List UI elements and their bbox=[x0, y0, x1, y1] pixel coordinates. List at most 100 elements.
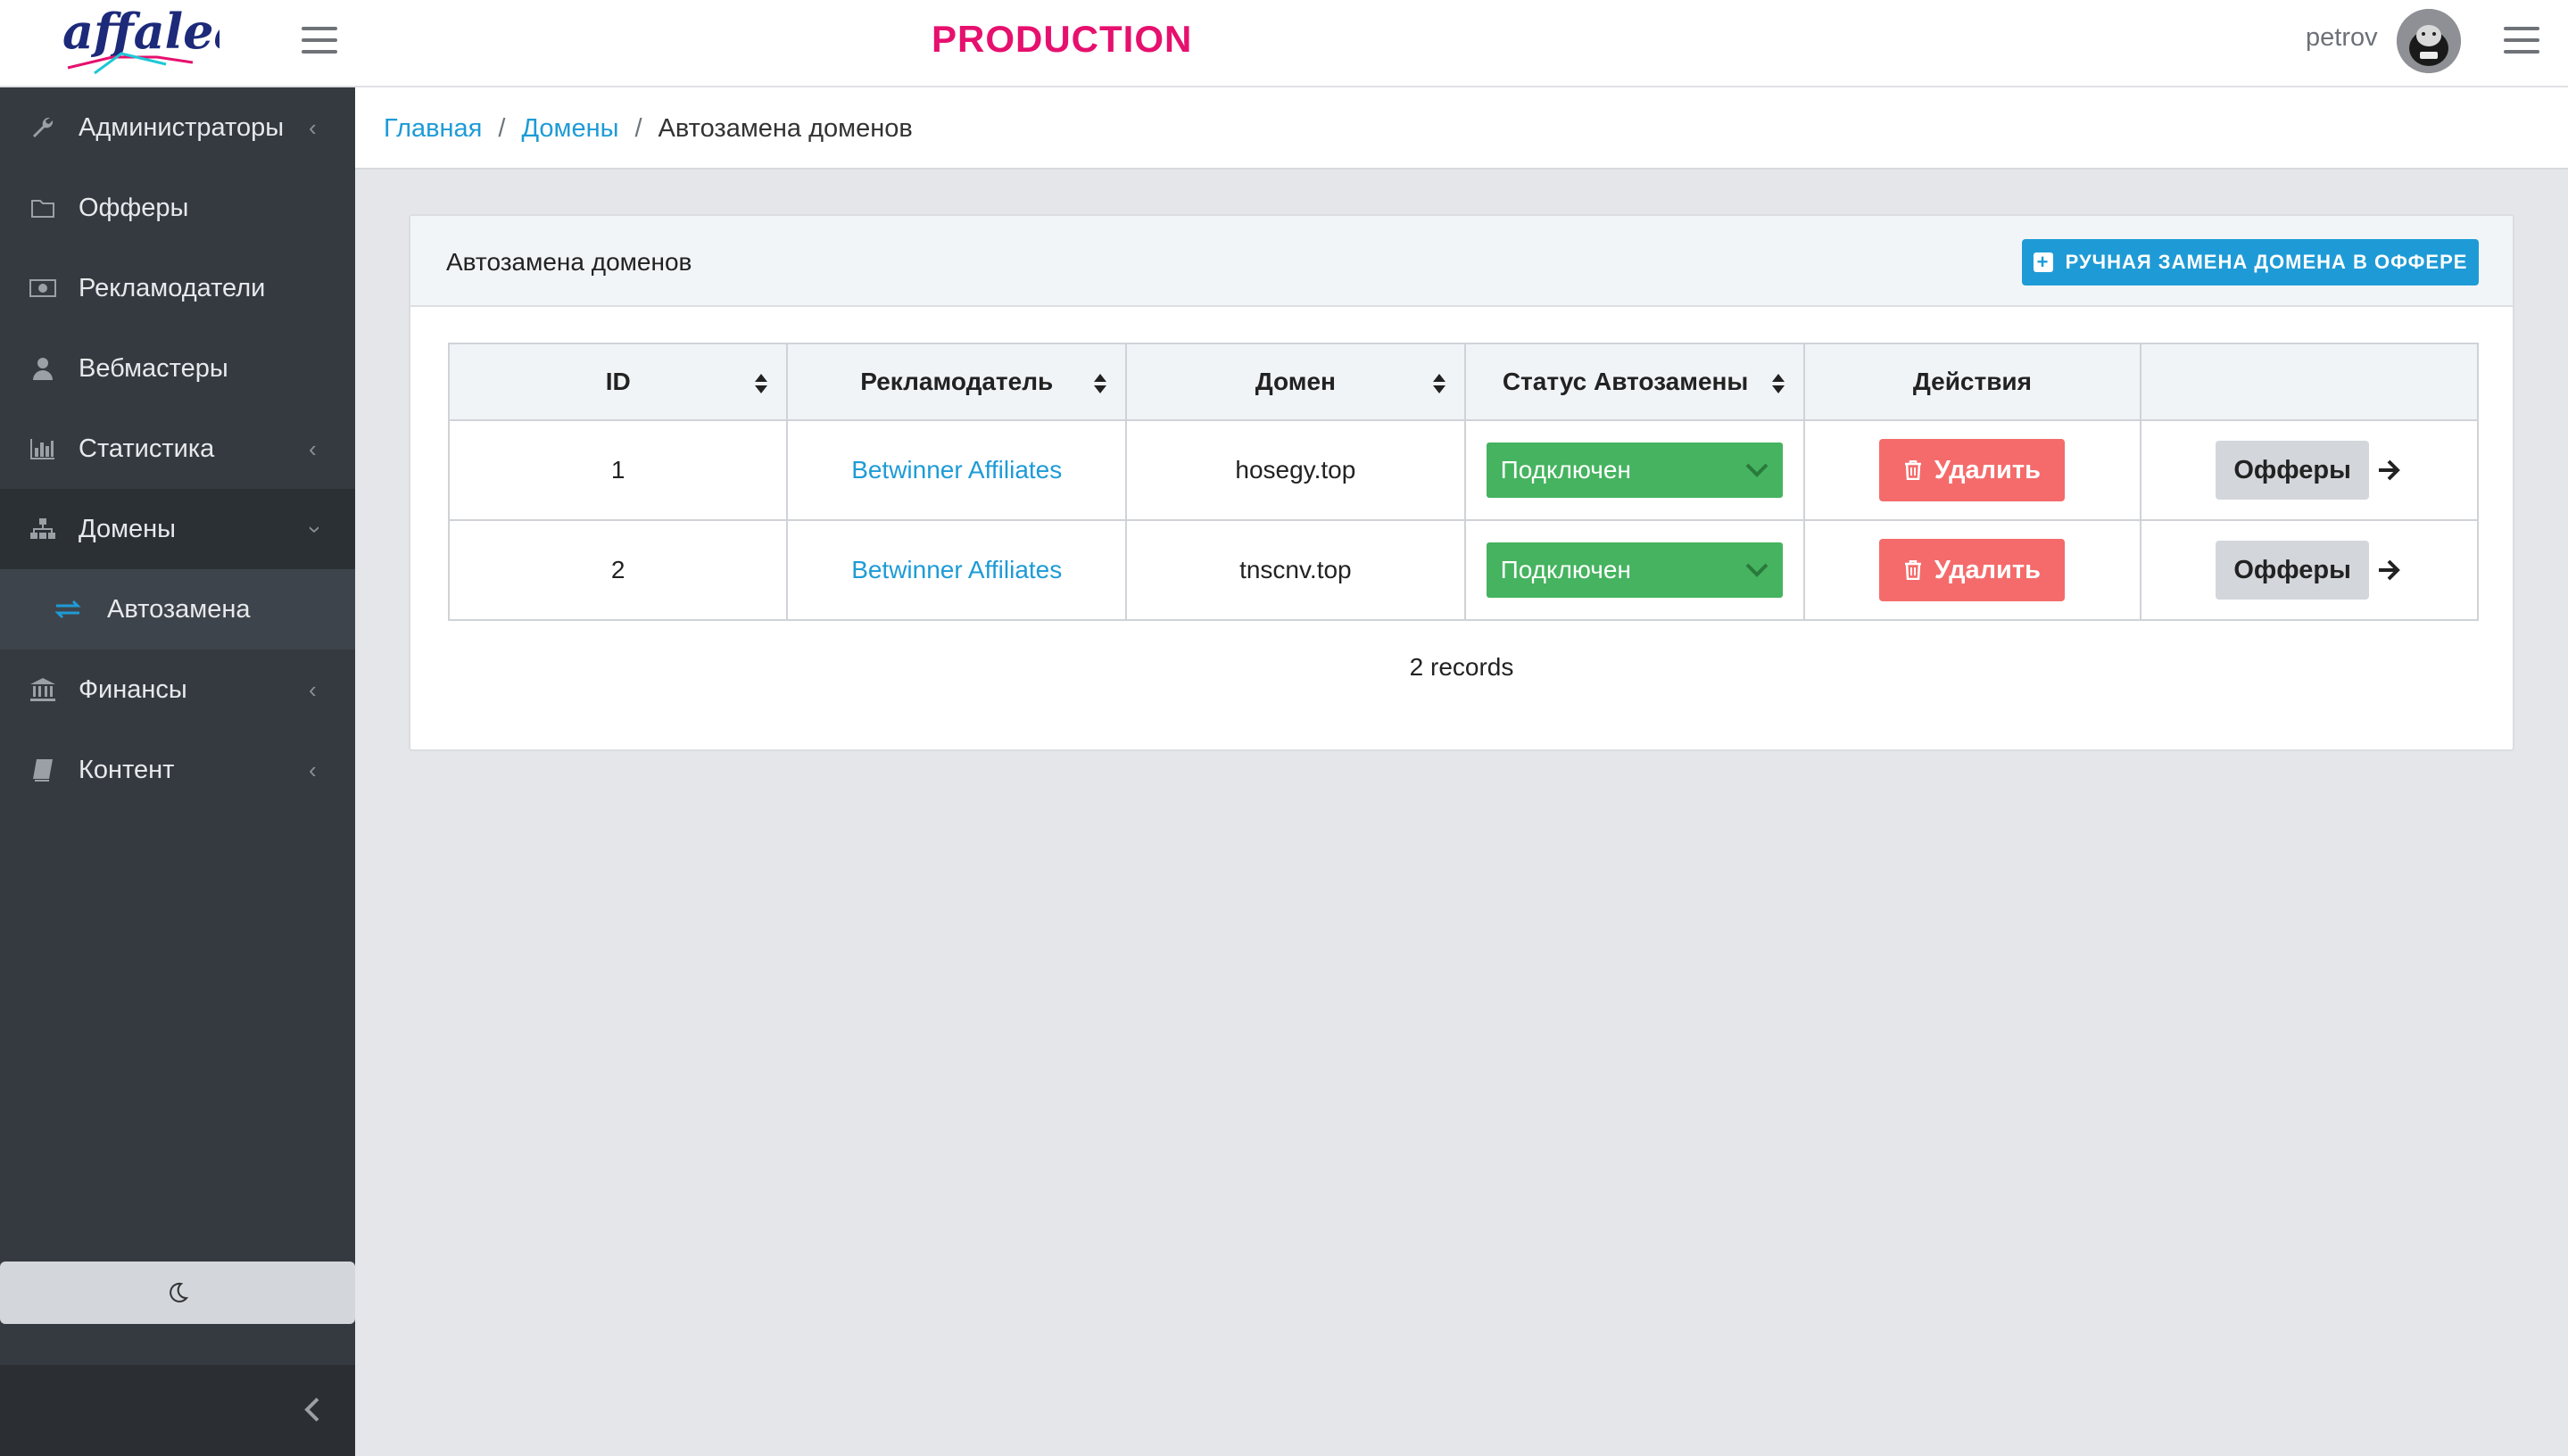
collapse-sidebar-button[interactable] bbox=[294, 1392, 330, 1427]
column-header-domain[interactable]: Домен bbox=[1125, 343, 1466, 421]
chevron-left-icon: ‹ bbox=[309, 756, 317, 783]
sidebar-item-finances[interactable]: Финансы ‹ bbox=[0, 649, 355, 730]
book-icon bbox=[29, 756, 57, 784]
sidebar-item-label: Контент bbox=[79, 755, 175, 784]
sidebar-toggle-button[interactable] bbox=[302, 27, 337, 54]
table-header-row: ID Рекламодатель Домен Статус Автозамены… bbox=[447, 343, 2479, 421]
autoreplace-card: Автозамена доменов + РУЧНАЯ ЗАМЕНА ДОМЕН… bbox=[409, 214, 2514, 751]
cell-advertiser: Betwinner Affiliates bbox=[786, 519, 1128, 621]
breadcrumb: Главная / Домены / Автозамена доменов bbox=[384, 114, 913, 144]
sidebar-item-label: Рекламодатели bbox=[79, 273, 266, 302]
delete-button-label: Удалить bbox=[1934, 555, 2041, 584]
sidebar-item-advertisers[interactable]: Рекламодатели bbox=[0, 248, 355, 328]
sitemap-icon bbox=[29, 515, 57, 543]
arrow-right-icon[interactable] bbox=[2376, 557, 2403, 583]
delete-button[interactable]: Удалить bbox=[1879, 539, 2066, 601]
sidebar-footer bbox=[0, 1365, 355, 1456]
column-header-label: ID bbox=[605, 368, 631, 395]
chevron-left-icon bbox=[304, 1397, 319, 1422]
status-select-value: Подключен bbox=[1500, 456, 1631, 484]
column-header-status[interactable]: Статус Автозамены bbox=[1463, 343, 1805, 421]
avatar-image bbox=[2397, 9, 2461, 73]
chevron-left-icon: ‹ bbox=[309, 434, 317, 462]
sidebar-item-content[interactable]: Контент ‹ bbox=[0, 730, 355, 810]
breadcrumb-separator: / bbox=[498, 114, 506, 143]
status-select[interactable]: Подключен bbox=[1486, 542, 1783, 598]
cell-actions: Удалить bbox=[1802, 519, 2142, 621]
chevron-left-icon: ‹ bbox=[309, 113, 317, 141]
delete-button[interactable]: Удалить bbox=[1879, 439, 2066, 501]
breadcrumb-bar: Главная / Домены / Автозамена доменов bbox=[355, 87, 2568, 170]
card-header: Автозамена доменов + РУЧНАЯ ЗАМЕНА ДОМЕН… bbox=[410, 216, 2513, 307]
advertiser-link[interactable]: Betwinner Affiliates bbox=[851, 556, 1062, 583]
moon-icon bbox=[170, 1282, 189, 1303]
username[interactable]: petrov bbox=[2306, 23, 2378, 53]
offers-group: Офферы bbox=[2216, 541, 2403, 600]
wrench-icon bbox=[29, 113, 57, 142]
arrow-right-icon[interactable] bbox=[2376, 457, 2403, 484]
offers-button-label: Офферы bbox=[2233, 555, 2351, 584]
sidebar-item-label: Статистика bbox=[79, 434, 215, 463]
bar-chart-icon bbox=[29, 434, 57, 463]
offers-group: Офферы bbox=[2216, 441, 2403, 500]
sidebar-item-label: Администраторы bbox=[79, 112, 285, 142]
offers-button-label: Офферы bbox=[2233, 455, 2351, 484]
menu-button[interactable] bbox=[2504, 27, 2539, 54]
sidebar-item-offers[interactable]: Офферы bbox=[0, 168, 355, 248]
sort-icon bbox=[755, 374, 768, 393]
delete-button-label: Удалить bbox=[1934, 455, 2041, 484]
sort-icon bbox=[1432, 374, 1446, 393]
cell-actions: Удалить bbox=[1802, 419, 2142, 521]
breadcrumb-home-link[interactable]: Главная bbox=[384, 114, 482, 144]
folder-icon bbox=[29, 194, 57, 222]
chevron-down-icon bbox=[1745, 463, 1769, 477]
sidebar-item-administrators[interactable]: Администраторы ‹ bbox=[0, 87, 355, 168]
theme-toggle-button[interactable] bbox=[0, 1262, 355, 1324]
offers-button[interactable]: Офферы bbox=[2216, 541, 2370, 600]
chevron-left-icon: ‹ bbox=[309, 675, 317, 703]
cell-status: Подключен bbox=[1463, 519, 1805, 621]
column-header-label: Домен bbox=[1255, 368, 1336, 395]
sidebar-item-domains[interactable]: Домены ‹ bbox=[0, 489, 355, 569]
sidebar-item-label: Вебмастеры bbox=[79, 353, 228, 383]
cell-offers: Офферы bbox=[2140, 419, 2479, 521]
manual-domain-replace-label: РУЧНАЯ ЗАМЕНА ДОМЕНА В ОФФЕРЕ bbox=[2065, 251, 2468, 273]
plus-square-icon: + bbox=[2033, 252, 2053, 272]
logo[interactable]: affaleads bbox=[59, 2, 306, 80]
trash-icon bbox=[1904, 460, 1921, 480]
sort-icon bbox=[1094, 374, 1107, 393]
column-header-actions: Действия bbox=[1802, 343, 2142, 421]
sidebar-item-autoreplace[interactable]: Автозамена bbox=[0, 569, 355, 649]
offers-button[interactable]: Офферы bbox=[2216, 441, 2370, 500]
sort-icon bbox=[1771, 374, 1785, 393]
chevron-down-icon bbox=[1745, 563, 1769, 577]
cell-id: 2 bbox=[447, 519, 789, 621]
top-bar: affaleads PRODUCTION petrov bbox=[0, 0, 2568, 87]
breadcrumb-domains-link[interactable]: Домены bbox=[521, 114, 618, 144]
domains-table: ID Рекламодатель Домен Статус Автозамены… bbox=[447, 343, 2479, 621]
status-select[interactable]: Подключен bbox=[1486, 443, 1783, 498]
column-header-advertiser[interactable]: Рекламодатель bbox=[786, 343, 1128, 421]
cell-id: 1 bbox=[447, 419, 789, 521]
records-count: 2 records bbox=[1409, 653, 1514, 681]
sidebar-item-webmasters[interactable]: Вебмастеры bbox=[0, 328, 355, 409]
logo-mark: affaleads bbox=[62, 3, 306, 75]
table-row: 2 Betwinner Affiliates tnscnv.top Подклю… bbox=[447, 519, 2479, 621]
bank-icon bbox=[29, 675, 57, 704]
status-select-value: Подключен bbox=[1500, 556, 1631, 583]
breadcrumb-separator: / bbox=[634, 114, 642, 143]
sidebar-item-statistics[interactable]: Статистика ‹ bbox=[0, 409, 355, 489]
column-header-id[interactable]: ID bbox=[447, 343, 789, 421]
avatar[interactable] bbox=[2397, 9, 2461, 73]
sidebar-item-label: Финансы bbox=[79, 674, 187, 704]
advertiser-link[interactable]: Betwinner Affiliates bbox=[851, 456, 1062, 484]
manual-domain-replace-button[interactable]: + РУЧНАЯ ЗАМЕНА ДОМЕНА В ОФФЕРЕ bbox=[2022, 239, 2479, 285]
column-header-label: Рекламодатель bbox=[860, 368, 1054, 395]
environment-title: PRODUCTION bbox=[932, 18, 1193, 60]
sidebar: Администраторы ‹ Офферы Рекламодатели Ве… bbox=[0, 87, 355, 1456]
sidebar-item-label: Офферы bbox=[79, 193, 189, 222]
sidebar-item-label: Автозамена bbox=[107, 594, 251, 624]
column-header-label: Действия bbox=[1912, 368, 2032, 395]
exchange-icon bbox=[54, 595, 82, 624]
money-icon bbox=[29, 274, 57, 302]
